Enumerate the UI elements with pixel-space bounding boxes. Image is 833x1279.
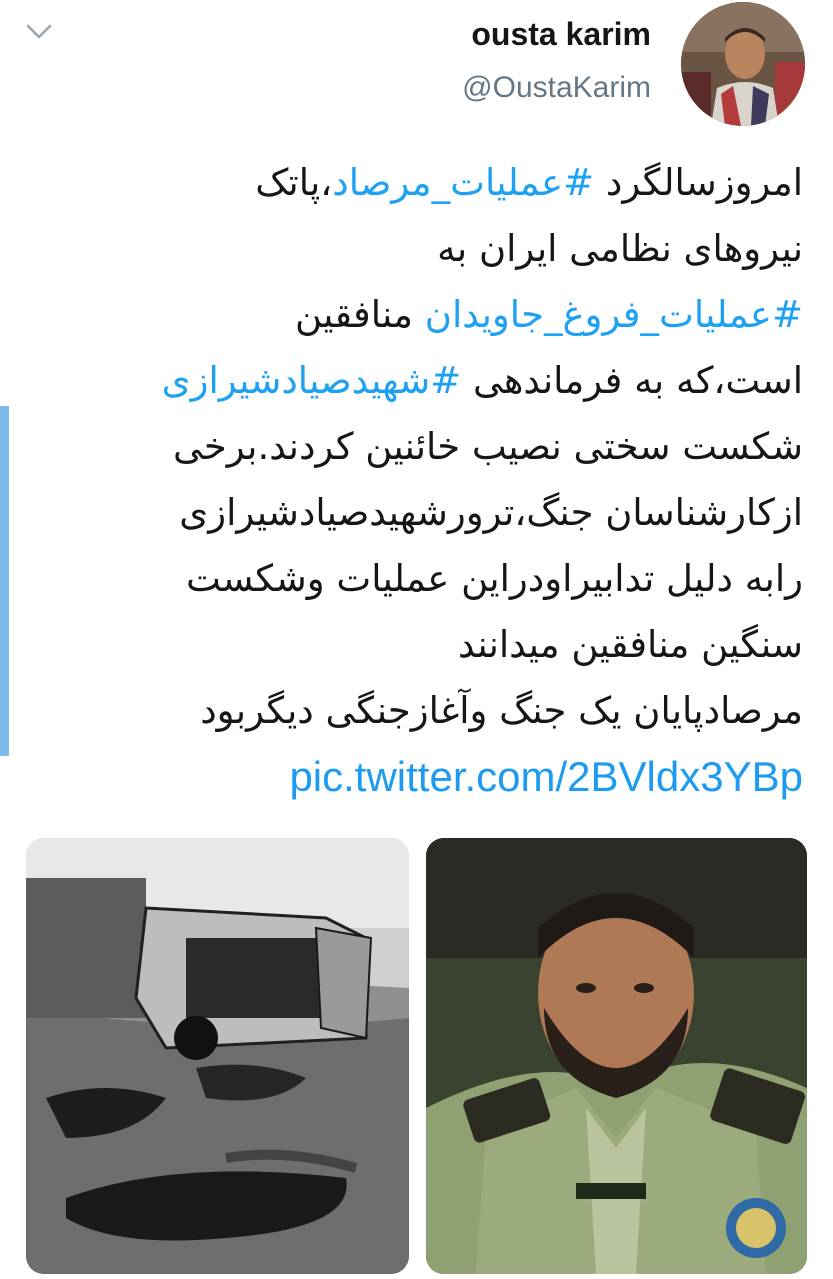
chevron-down-icon[interactable] <box>22 18 56 46</box>
tweet-text-segment: سنگین منافقین میدانند <box>457 623 803 666</box>
tweet-line: است،که به فرماندهی #شهیدصیادشیرازی <box>23 348 803 414</box>
tweet-photo-officer[interactable] <box>426 838 807 1274</box>
hashtag-link[interactable]: #عملیات_مرصاد <box>332 161 594 204</box>
tweet-line: امروزسالگرد #عملیات_مرصاد،پاتک <box>23 150 803 216</box>
tweet-text-segment: مرصادپایان یک جنگ وآغازجنگی دیگربود <box>200 689 803 732</box>
hashtag-link[interactable]: #عملیات_فروغ_جاویدان <box>425 293 803 336</box>
tweet-text-segment: امروزسالگرد <box>594 161 803 204</box>
user-info[interactable]: ousta karim @OustaKarim <box>462 14 651 108</box>
hashtag-link[interactable]: #شهیدصیادشیرازی <box>162 359 462 402</box>
tweet-line: ازکارشناسان جنگ،ترورشهیدصیادشیرازی <box>23 480 803 546</box>
tweet-line: رابه دلیل تدابیراودراین عملیات وشکست <box>23 546 803 612</box>
display-name[interactable]: ousta karim <box>462 14 651 54</box>
tweet-text-segment: است،که به فرماندهی <box>461 359 803 402</box>
tweet-line: شکست سختی نصیب خائنین کردند.برخی <box>23 414 803 480</box>
tweet-text-segment: رابه دلیل تدابیراودراین عملیات وشکست <box>185 557 803 600</box>
tweet-text: امروزسالگرد #عملیات_مرصاد،پاتک نیروهای نظ… <box>23 150 803 810</box>
scroll-indicator <box>0 406 9 756</box>
tweet-text-segment: شکست سختی نصیب خائنین کردند.برخی <box>173 425 803 468</box>
tweet-text-segment: منافقین <box>295 293 425 336</box>
avatar[interactable] <box>681 2 805 126</box>
tweet-line: سنگین منافقین میدانند <box>23 612 803 678</box>
tweet-line: نیروهای نظامی ایران به <box>23 216 803 282</box>
tweet-photo-vehicle[interactable] <box>26 838 409 1274</box>
tweet-text-segment: ،پاتک <box>255 161 333 204</box>
tweet-line: #عملیات_فروغ_جاویدان منافقین <box>23 282 803 348</box>
media-link[interactable]: pic.twitter.com/2BVldx3YBp <box>23 744 803 810</box>
tweet-line: مرصادپایان یک جنگ وآغازجنگی دیگربود <box>23 678 803 744</box>
tweet-text-segment: نیروهای نظامی ایران به <box>437 227 803 270</box>
tweet-text-segment: ازکارشناسان جنگ،ترورشهیدصیادشیرازی <box>179 491 803 534</box>
user-handle[interactable]: @OustaKarim <box>462 68 651 108</box>
